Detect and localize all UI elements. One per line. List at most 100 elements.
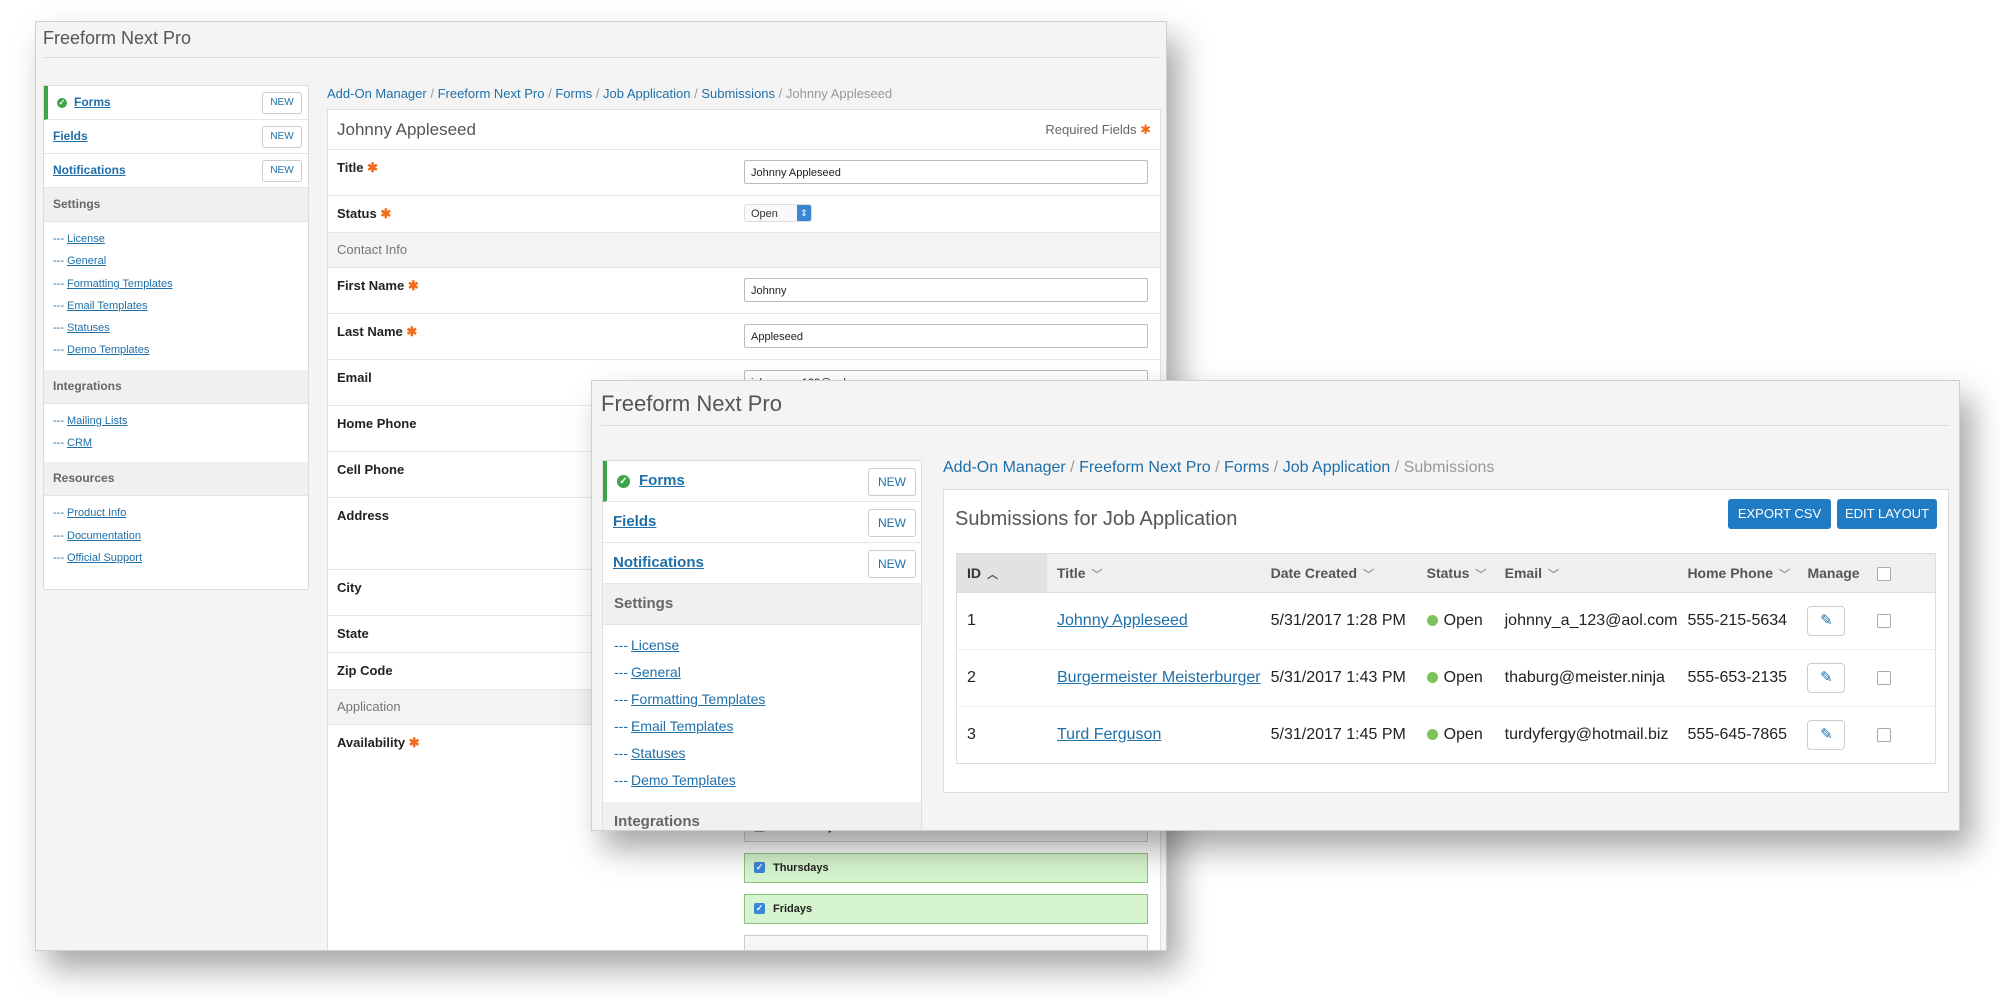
- settings-links: --- License --- General --- Formatting Temp…: [44, 222, 308, 370]
- resources-links: --- Product Info --- Documentation --- Offi…: [44, 496, 308, 577]
- sidebar-item-label[interactable]: Notifications: [613, 554, 704, 571]
- breadcrumb-link[interactable]: Forms: [1224, 459, 1269, 476]
- sidebar-link-formatting-templates[interactable]: --- Formatting Templates: [53, 273, 308, 295]
- cell-title[interactable]: Burgermeister Meisterburger: [1047, 649, 1261, 707]
- breadcrumb-link[interactable]: Freeform Next Pro: [438, 86, 545, 101]
- column-home-phone[interactable]: Home Phone ﹀: [1677, 553, 1798, 593]
- sidebar-item-fields[interactable]: Fields NEW: [44, 120, 308, 154]
- new-field-button[interactable]: NEW: [262, 126, 302, 148]
- sidebar-link-formatting-templates[interactable]: --- Formatting Templates: [614, 686, 921, 713]
- checkmark-icon: ✓: [754, 862, 765, 873]
- status-label: Status ✱: [337, 206, 392, 221]
- state-label: State: [337, 626, 369, 641]
- checkbox-thursdays[interactable]: ✓ Thursdays: [744, 853, 1148, 883]
- new-form-button[interactable]: NEW: [868, 468, 916, 496]
- first-name-input[interactable]: Johnny: [744, 278, 1148, 302]
- new-form-button[interactable]: NEW: [262, 92, 302, 114]
- status-dot-icon: [1426, 615, 1438, 627]
- new-notification-button[interactable]: NEW: [868, 550, 916, 578]
- column-date-created[interactable]: Date Created ﹀: [1260, 553, 1417, 593]
- edit-layout-button[interactable]: EDIT LAYOUT: [1837, 499, 1937, 529]
- breadcrumb-link[interactable]: Job Application: [1283, 459, 1391, 476]
- sidebar-item-label[interactable]: Fields: [53, 129, 88, 143]
- breadcrumb-link[interactable]: Submissions: [701, 86, 775, 101]
- sidebar-item-notifications[interactable]: Notifications NEW: [44, 154, 308, 188]
- required-star-icon: ✱: [1140, 122, 1151, 137]
- cell-title[interactable]: Turd Ferguson: [1047, 707, 1261, 764]
- breadcrumb-link[interactable]: Job Application: [603, 86, 690, 101]
- sidebar-link-email-templates[interactable]: --- Email Templates: [614, 713, 921, 740]
- first-name-label: First Name ✱: [337, 278, 419, 293]
- sidebar-item-fields[interactable]: Fields NEW: [603, 502, 921, 543]
- column-id[interactable]: ID ︿: [956, 553, 1047, 593]
- new-field-button[interactable]: NEW: [868, 509, 916, 537]
- last-name-label: Last Name ✱: [337, 324, 418, 339]
- sidebar-link-email-templates[interactable]: --- Email Templates: [53, 295, 308, 317]
- column-manage: Manage: [1797, 553, 1868, 593]
- cell-phone: 555-645-7865: [1687, 726, 1788, 743]
- edit-icon[interactable]: ✎: [1807, 606, 1846, 636]
- home-phone-label: Home Phone: [337, 416, 417, 431]
- sidebar-link-general[interactable]: --- General: [53, 250, 308, 272]
- cell-email: turdyfergy@hotmail.biz: [1504, 726, 1669, 743]
- row-checkbox[interactable]: [1877, 727, 1892, 742]
- email-label: Email: [337, 370, 372, 385]
- edit-icon[interactable]: ✎: [1807, 720, 1846, 750]
- title-divider: [601, 425, 1950, 426]
- sidebar-item-label[interactable]: Forms: [74, 95, 111, 109]
- breadcrumb-link[interactable]: Freeform Next Pro: [1079, 459, 1211, 476]
- breadcrumb-link[interactable]: Add-On Manager: [327, 86, 427, 101]
- sidebar-item-label[interactable]: Notifications: [53, 163, 126, 177]
- sidebar-item-notifications[interactable]: Notifications NEW: [603, 543, 921, 584]
- sidebar-link-mailing-lists[interactable]: --- Mailing Lists: [53, 410, 308, 432]
- checkbox-partial[interactable]: [744, 935, 1148, 950]
- column-title[interactable]: Title ﹀: [1047, 553, 1261, 593]
- sidebar-item-forms[interactable]: ✓ Forms NEW: [603, 461, 921, 502]
- cell-title[interactable]: Johnny Appleseed: [1047, 592, 1261, 650]
- integrations-links: --- Mailing Lists --- CRM: [44, 404, 308, 463]
- required-fields-note: Required Fields ✱: [1045, 122, 1151, 137]
- edit-icon[interactable]: ✎: [1807, 663, 1846, 693]
- chevron-down-icon: ﹀: [1779, 568, 1791, 581]
- cell-phone-label: Cell Phone: [337, 462, 405, 477]
- sidebar: ✓ Forms NEW Fields NEW Notifications NEW …: [43, 85, 309, 590]
- cell-select: [1867, 649, 1936, 707]
- check-circle-icon: ✓: [57, 97, 67, 108]
- breadcrumb-link[interactable]: Forms: [555, 86, 592, 101]
- sidebar-link-license[interactable]: --- License: [53, 228, 308, 250]
- cell-date: 5/31/2017 1:43 PM: [1260, 649, 1417, 707]
- new-notification-button[interactable]: NEW: [262, 160, 302, 182]
- submissions-list-window: Freeform Next Pro ✓ Forms NEW Fields NEW …: [591, 380, 1960, 831]
- integrations-heading: Integrations: [603, 802, 921, 830]
- integrations-heading: Integrations: [44, 369, 308, 404]
- breadcrumb-link[interactable]: Add-On Manager: [943, 459, 1066, 476]
- status-select[interactable]: Open ⇕: [744, 204, 812, 222]
- sidebar-link-general[interactable]: --- General: [614, 659, 921, 686]
- chevron-down-icon: ﹀: [1475, 568, 1487, 581]
- column-status[interactable]: Status ﹀: [1416, 553, 1495, 593]
- sidebar-item-label[interactable]: Fields: [613, 513, 656, 530]
- row-checkbox[interactable]: [1877, 613, 1892, 628]
- title-input[interactable]: Johnny Appleseed: [744, 160, 1148, 184]
- sidebar-item-forms[interactable]: ✓ Forms NEW: [44, 86, 308, 120]
- row-checkbox[interactable]: [1877, 670, 1892, 685]
- sidebar-link-statuses[interactable]: --- Statuses: [53, 317, 308, 339]
- column-select-all[interactable]: [1867, 553, 1936, 593]
- sidebar-item-label[interactable]: Forms: [639, 472, 685, 489]
- sidebar-link-crm[interactable]: --- CRM: [53, 432, 308, 454]
- sidebar-link-official-support[interactable]: --- Official Support: [53, 547, 308, 569]
- export-csv-button[interactable]: EXPORT CSV: [1728, 499, 1831, 529]
- sidebar-link-statuses[interactable]: --- Statuses: [614, 740, 921, 767]
- last-name-input[interactable]: Appleseed: [744, 324, 1148, 348]
- select-all-checkbox[interactable]: [1877, 567, 1892, 582]
- sidebar-link-license[interactable]: --- License: [614, 632, 921, 659]
- sidebar-link-demo-templates[interactable]: --- Demo Templates: [614, 767, 921, 794]
- checkbox-fridays[interactable]: ✓ Fridays: [744, 894, 1148, 924]
- chevron-down-icon: ﹀: [1363, 568, 1374, 581]
- sort-up-icon: ︿: [987, 568, 998, 581]
- sidebar-link-product-info[interactable]: --- Product Info: [53, 502, 308, 524]
- sidebar-link-documentation[interactable]: --- Documentation: [53, 525, 308, 547]
- sidebar-link-demo-templates[interactable]: --- Demo Templates: [53, 339, 308, 361]
- column-email[interactable]: Email ﹀: [1494, 553, 1678, 593]
- page-title: Submissions for Job Application: [955, 508, 1238, 530]
